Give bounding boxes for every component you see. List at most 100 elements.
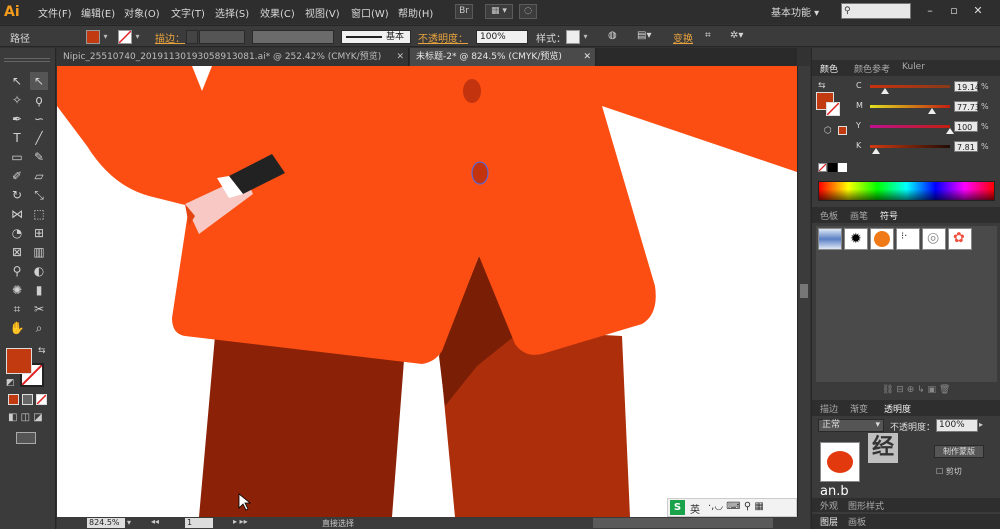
draw-mode-icon[interactable]: ◧ ◫ ◪ [8, 412, 43, 423]
zoom-tool-icon[interactable]: ⌕ [30, 319, 48, 337]
line-tool-icon[interactable]: ╱ [30, 129, 48, 147]
tab-symbols[interactable]: 符号 [880, 209, 898, 222]
stroke-stepper[interactable] [186, 30, 198, 44]
arrange-documents-icon[interactable]: ▦ ▾ [485, 4, 513, 19]
symbols-footer-icons[interactable]: ⛓ ⊟ ⊕ ↳ ▣ 🗑 [882, 385, 950, 395]
tab-color[interactable]: 颜色 [820, 62, 838, 75]
graphic-style-swatch[interactable] [566, 30, 580, 44]
pen-tool-icon[interactable]: ✒ [8, 110, 26, 128]
slice-tool-icon[interactable]: ✂ [30, 300, 48, 318]
shape-builder-tool-icon[interactable]: ◔ [8, 224, 26, 242]
black-color-box[interactable] [828, 163, 837, 172]
opacity-field[interactable]: 100% [476, 30, 528, 44]
variable-width-profile[interactable] [252, 30, 334, 44]
color-spectrum[interactable] [818, 181, 995, 201]
tab-document-1[interactable]: Nipic_25510740_20191130193058913081.ai* … [57, 48, 409, 66]
artboard-canvas[interactable] [57, 66, 797, 517]
free-transform-tool-icon[interactable]: ⬚ [30, 205, 48, 223]
symbol-orange-button[interactable] [870, 228, 894, 250]
selection-tool-icon[interactable]: ↖ [8, 72, 26, 90]
stroke-swatch[interactable] [118, 30, 132, 44]
fill-indicator[interactable] [6, 348, 32, 374]
color-stroke-box[interactable] [826, 102, 840, 116]
hand-tool-icon[interactable]: ✋ [8, 319, 26, 337]
symbol-blue-banner[interactable] [818, 228, 842, 250]
fill-dropdown-icon[interactable]: ▾ [101, 30, 110, 44]
menu-type[interactable]: 文字(T) [171, 5, 205, 20]
transform-link[interactable]: 变换 [673, 30, 693, 45]
out-of-gamut-icon[interactable]: ⬡ [824, 126, 832, 136]
opacity-label[interactable]: 不透明度： [418, 30, 468, 45]
screen-mode-icon[interactable] [16, 432, 36, 444]
opacity-dropdown-icon[interactable]: ▸ [979, 420, 983, 429]
make-mask-button[interactable]: 制作蒙版 [934, 445, 984, 458]
channel-slider-y[interactable] [870, 125, 950, 128]
close-button[interactable]: ✕ [970, 4, 986, 18]
scale-tool-icon[interactable]: ⤡ [30, 186, 48, 204]
color-mode-button[interactable] [8, 394, 19, 405]
tab-kuler[interactable]: Kuler [902, 62, 925, 72]
clip-checkbox[interactable]: ☐ 剪切 [936, 466, 962, 477]
perspective-grid-tool-icon[interactable]: ⊞ [30, 224, 48, 242]
slider-thumb-c[interactable] [881, 88, 890, 94]
brush-definition-field[interactable]: 基本 [341, 30, 411, 44]
tab-document-2[interactable]: 未标题-2* @ 824.5% (CMYK/预览) ✕ [410, 48, 596, 66]
rotate-tool-icon[interactable]: ↻ [8, 186, 26, 204]
paintbrush-tool-icon[interactable]: ✎ [30, 148, 48, 166]
menu-effect[interactable]: 效果(C) [260, 5, 295, 20]
channel-value-y[interactable]: 100 [954, 121, 978, 132]
gamut-color-swatch[interactable] [838, 126, 847, 135]
pencil-tool-icon[interactable]: ✐ [8, 167, 26, 185]
menu-edit[interactable]: 编辑(E) [81, 5, 115, 20]
object-thumbnail[interactable] [820, 442, 860, 482]
column-graph-tool-icon[interactable]: ▮ [30, 281, 48, 299]
default-fill-stroke-icon[interactable]: ◩ [6, 378, 15, 388]
tab-graphic-styles[interactable]: 图形样式 [848, 499, 884, 512]
tab-transparency[interactable]: 透明度 [884, 402, 911, 415]
symbol-ink-splash[interactable]: ✹ [844, 228, 868, 250]
direct-selection-tool-icon[interactable]: ↖ [30, 72, 48, 90]
white-color-box[interactable] [838, 163, 847, 172]
recolor-artwork-icon[interactable]: ◍ [608, 30, 617, 41]
channel-slider-k[interactable] [870, 145, 950, 148]
minimize-button[interactable]: – [922, 4, 938, 18]
tab-stroke[interactable]: 描边 [820, 402, 838, 415]
tab-color-guide[interactable]: 颜色参考 [854, 62, 890, 75]
slider-thumb-y[interactable] [946, 128, 954, 134]
gpu-icon[interactable]: ◌ [519, 4, 537, 19]
swap-colors-icon[interactable]: ⇆ [818, 81, 826, 91]
vertical-scrollbar[interactable] [797, 66, 810, 517]
menu-select[interactable]: 选择(S) [215, 5, 249, 20]
channel-value-c[interactable]: 19.14 [954, 81, 980, 92]
slider-thumb-k[interactable] [872, 148, 881, 154]
search-input[interactable]: ⚲ [841, 3, 911, 19]
workspace-switcher[interactable]: 基本功能 ▾ [771, 4, 819, 19]
scroll-thumb[interactable] [800, 284, 808, 298]
width-tool-icon[interactable]: ⋈ [8, 205, 26, 223]
isolate-icon[interactable]: ⌗ [705, 30, 711, 41]
channel-value-k[interactable]: 7.81 [954, 141, 978, 152]
mesh-tool-icon[interactable]: ⊠ [8, 243, 26, 261]
symbol-sprayer-tool-icon[interactable]: ✺ [8, 281, 26, 299]
blend-tool-icon[interactable]: ◐ [30, 262, 48, 280]
tab-swatches[interactable]: 色板 [820, 209, 838, 222]
tab-gradient[interactable]: 渐变 [850, 402, 868, 415]
lasso-tool-icon[interactable]: ϙ [30, 91, 48, 109]
blend-mode-select[interactable]: 正常 ▾ [818, 419, 884, 432]
artboard-number-field[interactable]: 1 [185, 518, 213, 528]
tab-appearance[interactable]: 外观 [820, 499, 838, 512]
swap-fill-stroke-icon[interactable]: ⇆ [38, 346, 46, 356]
symbol-flower[interactable]: ✿ [948, 228, 972, 250]
none-color-box[interactable] [818, 163, 827, 172]
ime-language[interactable]: 英 [690, 501, 700, 516]
page-nav-next-icon[interactable]: ▸ ▸▸ [233, 517, 248, 526]
horizontal-scrollbar[interactable] [593, 518, 773, 528]
channel-slider-m[interactable] [870, 105, 950, 108]
tab-artboards[interactable]: 画板 [848, 515, 866, 528]
fill-swatch[interactable] [86, 30, 100, 44]
curvature-tool-icon[interactable]: ∽ [30, 110, 48, 128]
menu-object[interactable]: 对象(O) [124, 5, 160, 20]
align-icon[interactable]: ▤▾ [637, 30, 651, 41]
type-tool-icon[interactable]: T [8, 129, 26, 147]
gradient-tool-icon[interactable]: ▥ [30, 243, 48, 261]
